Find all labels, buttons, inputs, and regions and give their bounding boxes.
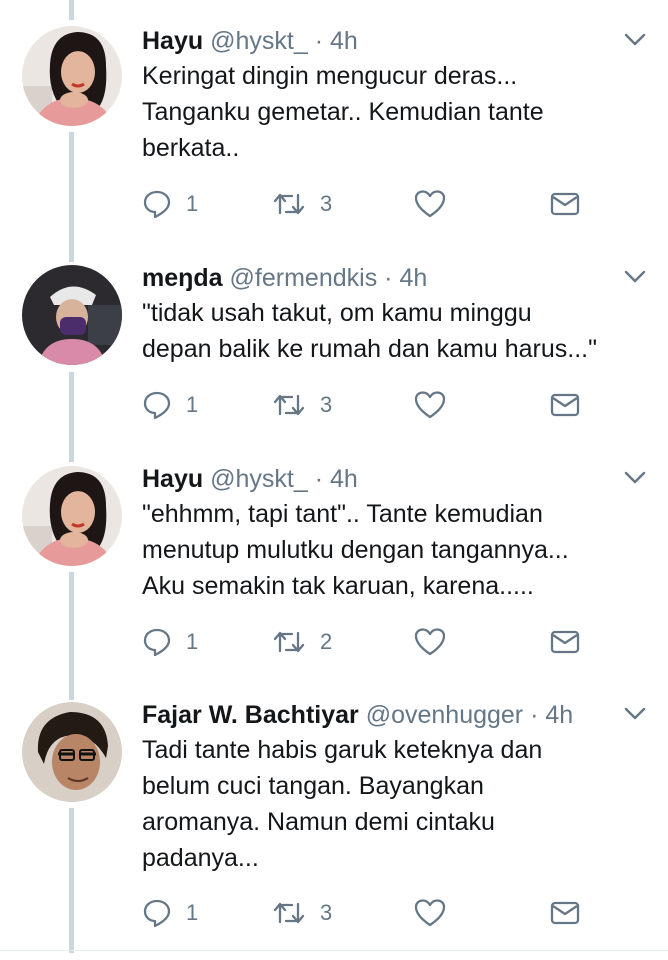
username[interactable]: @hyskt_ (210, 27, 308, 55)
direct-message-icon (550, 393, 580, 417)
like-icon (414, 391, 446, 419)
tweet-text-line: "tidak usah takut, om kamu minggu (142, 299, 532, 327)
tweet-text-line: Keringat dingin mengucur deras... (142, 62, 518, 90)
tweet-text-line: Aku semakin tak karuan, karena..... (142, 572, 534, 600)
tweet[interactable]: Hayu @hyskt_ · 4h "ehhmm, tapi tant".. T… (0, 462, 668, 677)
separator-dot: · (314, 27, 324, 55)
tweet-text-line: berkata.. (142, 134, 240, 162)
display-name[interactable]: Hayu (142, 27, 203, 55)
tweet-actions: 1 3 (142, 896, 642, 930)
tweet-text-line: Tadi tante habis garuk keteknya dan (142, 736, 543, 764)
tweet[interactable]: meŋda @fermendkis · 4h "tidak usah takut… (0, 261, 668, 441)
timestamp[interactable]: 4h (330, 465, 358, 493)
username[interactable]: @fermendkis (230, 264, 378, 292)
tweet-text-line: padanya... (142, 844, 259, 872)
like-icon (414, 628, 446, 656)
tweet-text: "ehhmm, tapi tant".. Tante kemudian menu… (142, 496, 652, 604)
tweet-text-line: belum cuci tangan. Bayangkan (142, 772, 484, 800)
tweet-actions: 1 3 (142, 187, 642, 221)
like-button[interactable] (414, 896, 446, 930)
divider (0, 950, 668, 951)
tweet-text-line: aromanya. Namun demi cintaku (142, 808, 495, 836)
retweet-icon (273, 394, 305, 416)
reply-button[interactable]: 1 (142, 625, 198, 659)
chevron-down-icon[interactable] (622, 267, 648, 287)
tweet-text: Keringat dingin mengucur deras... Tangan… (142, 58, 652, 166)
direct-message-button[interactable] (550, 187, 580, 221)
username[interactable]: @hyskt_ (210, 465, 308, 493)
reply-count: 1 (186, 900, 199, 925)
chevron-down-icon[interactable] (622, 468, 648, 488)
retweet-icon (273, 902, 305, 924)
tweet-actions: 1 3 (142, 388, 642, 422)
chevron-down-icon[interactable] (622, 704, 648, 724)
tweet-header: Hayu @hyskt_ · 4h (142, 24, 358, 58)
display-name[interactable]: Fajar W. Bachtiyar (142, 701, 359, 729)
tweet-text-line: "ehhmm, tapi tant".. Tante kemudian (142, 500, 543, 528)
tweet[interactable]: Fajar W. Bachtiyar @ovenhugger · 4h Tadi… (0, 698, 668, 950)
reply-icon (143, 391, 171, 420)
like-button[interactable] (414, 187, 446, 221)
retweet-count: 2 (320, 629, 333, 654)
avatar[interactable] (22, 466, 122, 566)
conversation-thread: Hayu @hyskt_ · 4h Keringat dingin menguc… (0, 0, 668, 960)
tweet-text-line: depan balik ke rumah dan kamu harus..." (142, 335, 597, 363)
timestamp[interactable]: 4h (330, 27, 358, 55)
username[interactable]: @ovenhugger (366, 701, 523, 729)
retweet-button[interactable]: 3 (272, 187, 332, 221)
tweet-text: Tadi tante habis garuk keteknya dan belu… (142, 732, 652, 876)
reply-icon (143, 190, 171, 219)
reply-count: 1 (186, 392, 199, 417)
retweet-icon (273, 193, 305, 215)
reply-button[interactable]: 1 (142, 896, 198, 930)
direct-message-button[interactable] (550, 388, 580, 422)
timestamp[interactable]: 4h (545, 701, 573, 729)
tweet-text-line: Tanganku gemetar.. Kemudian tante (142, 98, 544, 126)
timestamp[interactable]: 4h (399, 264, 427, 292)
reply-icon (143, 628, 171, 657)
tweet-header: meŋda @fermendkis · 4h (142, 261, 427, 295)
retweet-button[interactable]: 2 (272, 625, 332, 659)
like-button[interactable] (414, 388, 446, 422)
like-button[interactable] (414, 625, 446, 659)
tweet[interactable]: Hayu @hyskt_ · 4h Keringat dingin menguc… (0, 24, 668, 224)
reply-button[interactable]: 1 (142, 187, 198, 221)
display-name[interactable]: meŋda (142, 264, 223, 292)
tweet-actions: 1 2 (142, 625, 642, 659)
retweet-count: 3 (320, 900, 333, 925)
avatar[interactable] (22, 265, 122, 365)
avatar[interactable] (22, 702, 122, 802)
separator-dot: · (384, 264, 393, 292)
retweet-button[interactable]: 3 (272, 896, 332, 930)
tweet-text: "tidak usah takut, om kamu minggu depan … (142, 295, 652, 367)
retweet-count: 3 (320, 392, 333, 417)
reply-icon (143, 899, 171, 928)
avatar[interactable] (22, 26, 122, 126)
reply-button[interactable]: 1 (142, 388, 198, 422)
direct-message-button[interactable] (550, 896, 580, 930)
reply-count: 1 (186, 629, 199, 654)
retweet-button[interactable]: 3 (272, 388, 332, 422)
direct-message-button[interactable] (550, 625, 580, 659)
chevron-down-icon[interactable] (622, 30, 648, 50)
tweet-header: Fajar W. Bachtiyar @ovenhugger · 4h (142, 698, 573, 732)
display-name[interactable]: Hayu (142, 465, 203, 493)
tweet-header: Hayu @hyskt_ · 4h (142, 462, 358, 496)
like-icon (414, 899, 446, 927)
direct-message-icon (550, 901, 580, 925)
retweet-icon (273, 631, 305, 653)
separator-dot: · (314, 465, 324, 493)
reply-count: 1 (186, 191, 199, 216)
thread-line (69, 0, 74, 20)
retweet-count: 3 (320, 191, 333, 216)
direct-message-icon (550, 192, 580, 216)
like-icon (414, 190, 446, 218)
separator-dot: · (530, 701, 539, 729)
direct-message-icon (550, 630, 580, 654)
tweet-text-line: menutup mulutku dengan tangannya... (142, 536, 569, 564)
